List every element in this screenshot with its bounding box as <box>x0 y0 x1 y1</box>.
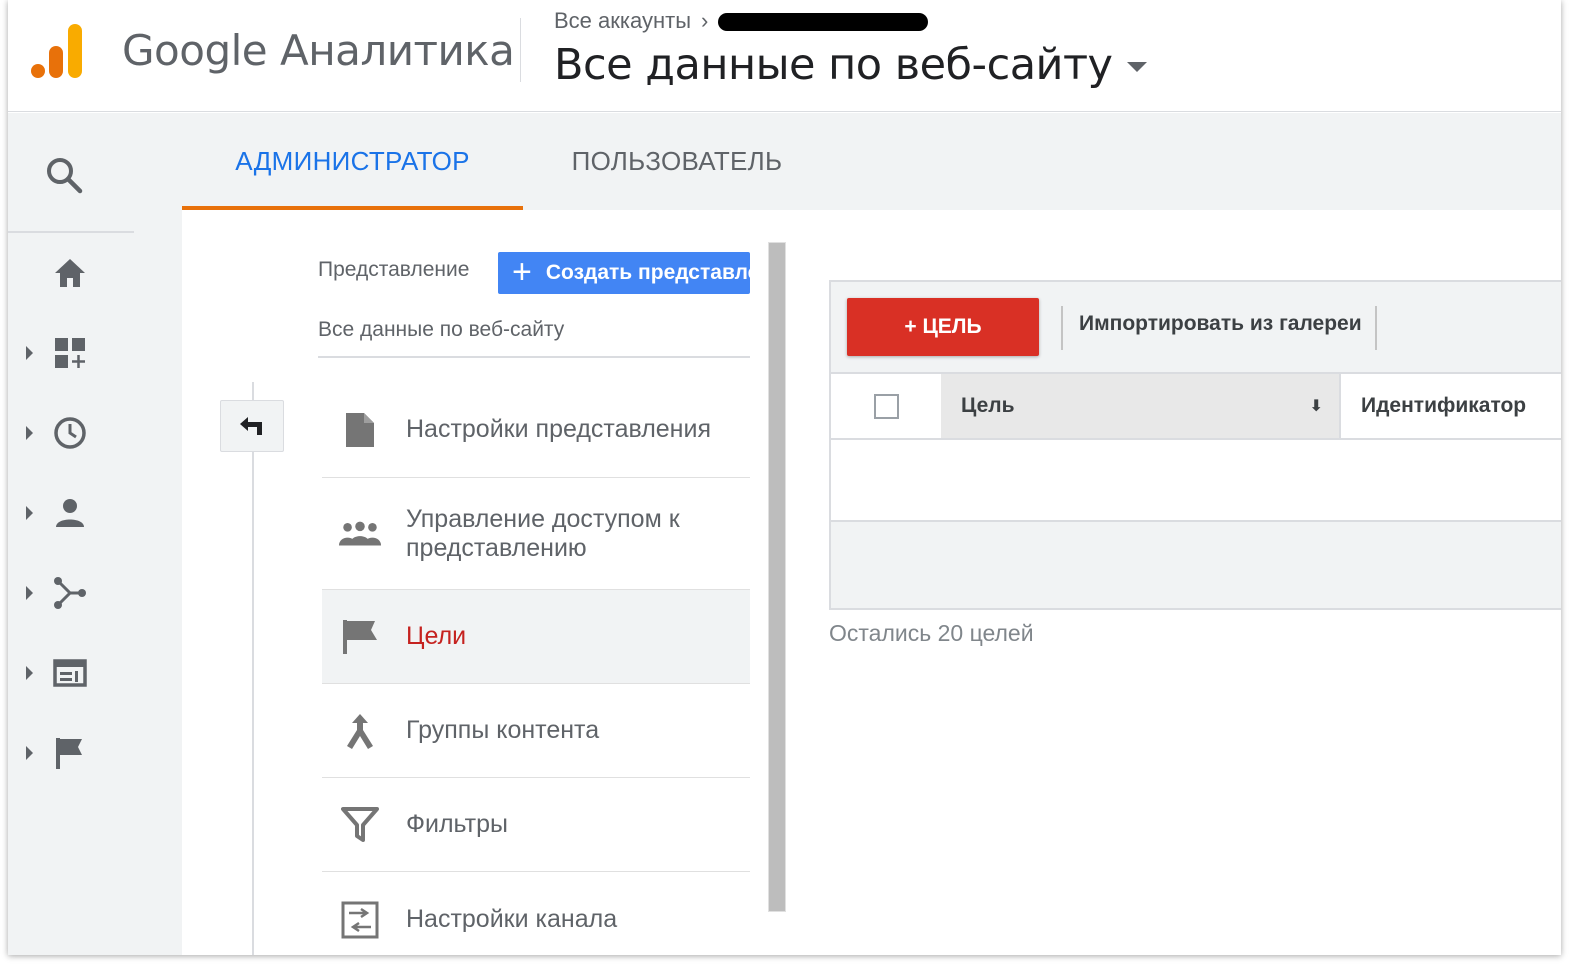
back-button[interactable] <box>220 400 284 452</box>
plus-icon: + <box>512 252 532 291</box>
menu-item-label: Фильтры <box>406 810 508 839</box>
menu-item-goals[interactable]: Цели <box>322 590 750 684</box>
menu-item-filters[interactable]: Фильтры <box>322 778 750 872</box>
goals-table: + ЦЕЛЬ Импортировать из галереи Цель ⬇ И… <box>829 280 1561 610</box>
rail-realtime[interactable] <box>8 403 134 463</box>
rail-behavior[interactable] <box>8 643 134 703</box>
breadcrumb-all-accounts[interactable]: Все аккаунты <box>554 8 691 34</box>
select-all-checkbox[interactable] <box>873 393 899 419</box>
import-from-gallery-button[interactable]: Импортировать из галереи <box>1079 312 1362 336</box>
expand-arrow-icon[interactable] <box>26 346 33 360</box>
menu-item-access-management[interactable]: Управление доступом к представлению <box>322 478 750 590</box>
rail-home[interactable] <box>8 243 134 303</box>
customization-icon[interactable] <box>52 335 88 371</box>
tab-user[interactable]: ПОЛЬЗОВАТЕЛЬ <box>542 113 812 210</box>
column-connector-line <box>252 382 254 955</box>
expand-arrow-icon[interactable] <box>26 586 33 600</box>
table-empty-row <box>831 440 1561 522</box>
create-view-label: Создать представление <box>545 261 750 284</box>
goals-toolbar: + ЦЕЛЬ Импортировать из галереи <box>831 282 1561 372</box>
menu-item-label: Цели <box>406 622 467 651</box>
app-name: Google Аналитика <box>122 26 515 75</box>
menu-item-channel-settings[interactable]: Настройки канала <box>322 872 750 955</box>
column-header-id[interactable]: Идентификатор <box>1361 374 1526 438</box>
chevron-right-icon: › <box>701 8 709 33</box>
expand-arrow-icon[interactable] <box>26 506 33 520</box>
back-arrow-icon[interactable] <box>236 413 268 439</box>
admin-content: Представление + Создать представление Вс… <box>182 210 1561 955</box>
expand-arrow-icon[interactable] <box>26 666 33 680</box>
column-scrollbar[interactable] <box>768 242 786 912</box>
document-icon <box>338 408 382 452</box>
home-icon[interactable] <box>52 255 88 291</box>
toolbar-divider <box>1375 306 1377 350</box>
channel-settings-icon <box>338 898 382 942</box>
rail-acquisition[interactable] <box>8 563 134 623</box>
menu-item-label: Настройки канала <box>406 905 618 934</box>
rail-conversions[interactable] <box>8 723 134 783</box>
left-rail <box>8 113 182 955</box>
app-window: Google Аналитика Все аккаунты › Все данн… <box>8 0 1561 955</box>
rail-audience[interactable] <box>8 483 134 543</box>
create-view-button[interactable]: + Создать представление <box>498 252 750 294</box>
menu-item-view-settings[interactable]: Настройки представления <box>322 382 750 478</box>
merge-icon <box>338 709 382 753</box>
clock-icon[interactable] <box>52 415 88 451</box>
menu-item-label: Группы контента <box>406 716 600 745</box>
rail-divider <box>8 231 134 233</box>
breadcrumb[interactable]: Все аккаунты › <box>554 8 929 34</box>
search-icon[interactable] <box>44 155 84 195</box>
goals-remaining: Остались 20 целей <box>829 620 1034 646</box>
column-header-goal[interactable]: Цель ⬇ <box>941 374 1341 438</box>
view-title[interactable]: Все данные по веб-сайту <box>554 40 1113 90</box>
behavior-icon[interactable] <box>52 655 88 691</box>
admin-tabs: АДМИНИСТРАТОР ПОЛЬЗОВАТЕЛЬ <box>182 113 1561 210</box>
acquisition-icon[interactable] <box>52 575 88 611</box>
dropdown-caret-icon[interactable] <box>1126 62 1147 72</box>
menu-item-label: Настройки представления <box>406 415 711 444</box>
expand-arrow-icon[interactable] <box>26 746 33 760</box>
rail-customization[interactable] <box>8 323 134 383</box>
selected-view[interactable]: Все данные по веб-сайту <box>318 318 750 358</box>
add-goal-button[interactable]: + ЦЕЛЬ <box>847 298 1039 356</box>
people-icon <box>338 512 382 556</box>
column-header-goal-label: Цель <box>961 394 1015 417</box>
filter-icon <box>338 803 382 847</box>
tab-administrator[interactable]: АДМИНИСТРАТОР <box>182 113 523 210</box>
table-header: Цель ⬇ Идентификатор <box>831 372 1561 440</box>
view-column-label: Представление <box>318 258 470 281</box>
person-icon[interactable] <box>52 495 88 531</box>
analytics-logo-icon[interactable] <box>30 22 86 80</box>
view-menu: Настройки представления Управление досту… <box>322 382 750 955</box>
select-all-cell <box>831 374 941 438</box>
expand-arrow-icon[interactable] <box>26 426 33 440</box>
header-divider <box>520 18 521 82</box>
redacted-account-name <box>718 13 929 31</box>
menu-item-label: Управление доступом к представлению <box>406 504 680 562</box>
header: Google Аналитика Все аккаунты › Все данн… <box>8 0 1561 112</box>
flag-icon <box>338 615 382 659</box>
toolbar-divider <box>1061 306 1063 350</box>
flag-icon[interactable] <box>52 735 88 771</box>
sort-arrow-icon[interactable]: ⬇ <box>1310 396 1323 416</box>
menu-item-content-groups[interactable]: Группы контента <box>322 684 750 778</box>
view-selector[interactable]: Все данные по веб-сайту <box>554 40 1147 90</box>
